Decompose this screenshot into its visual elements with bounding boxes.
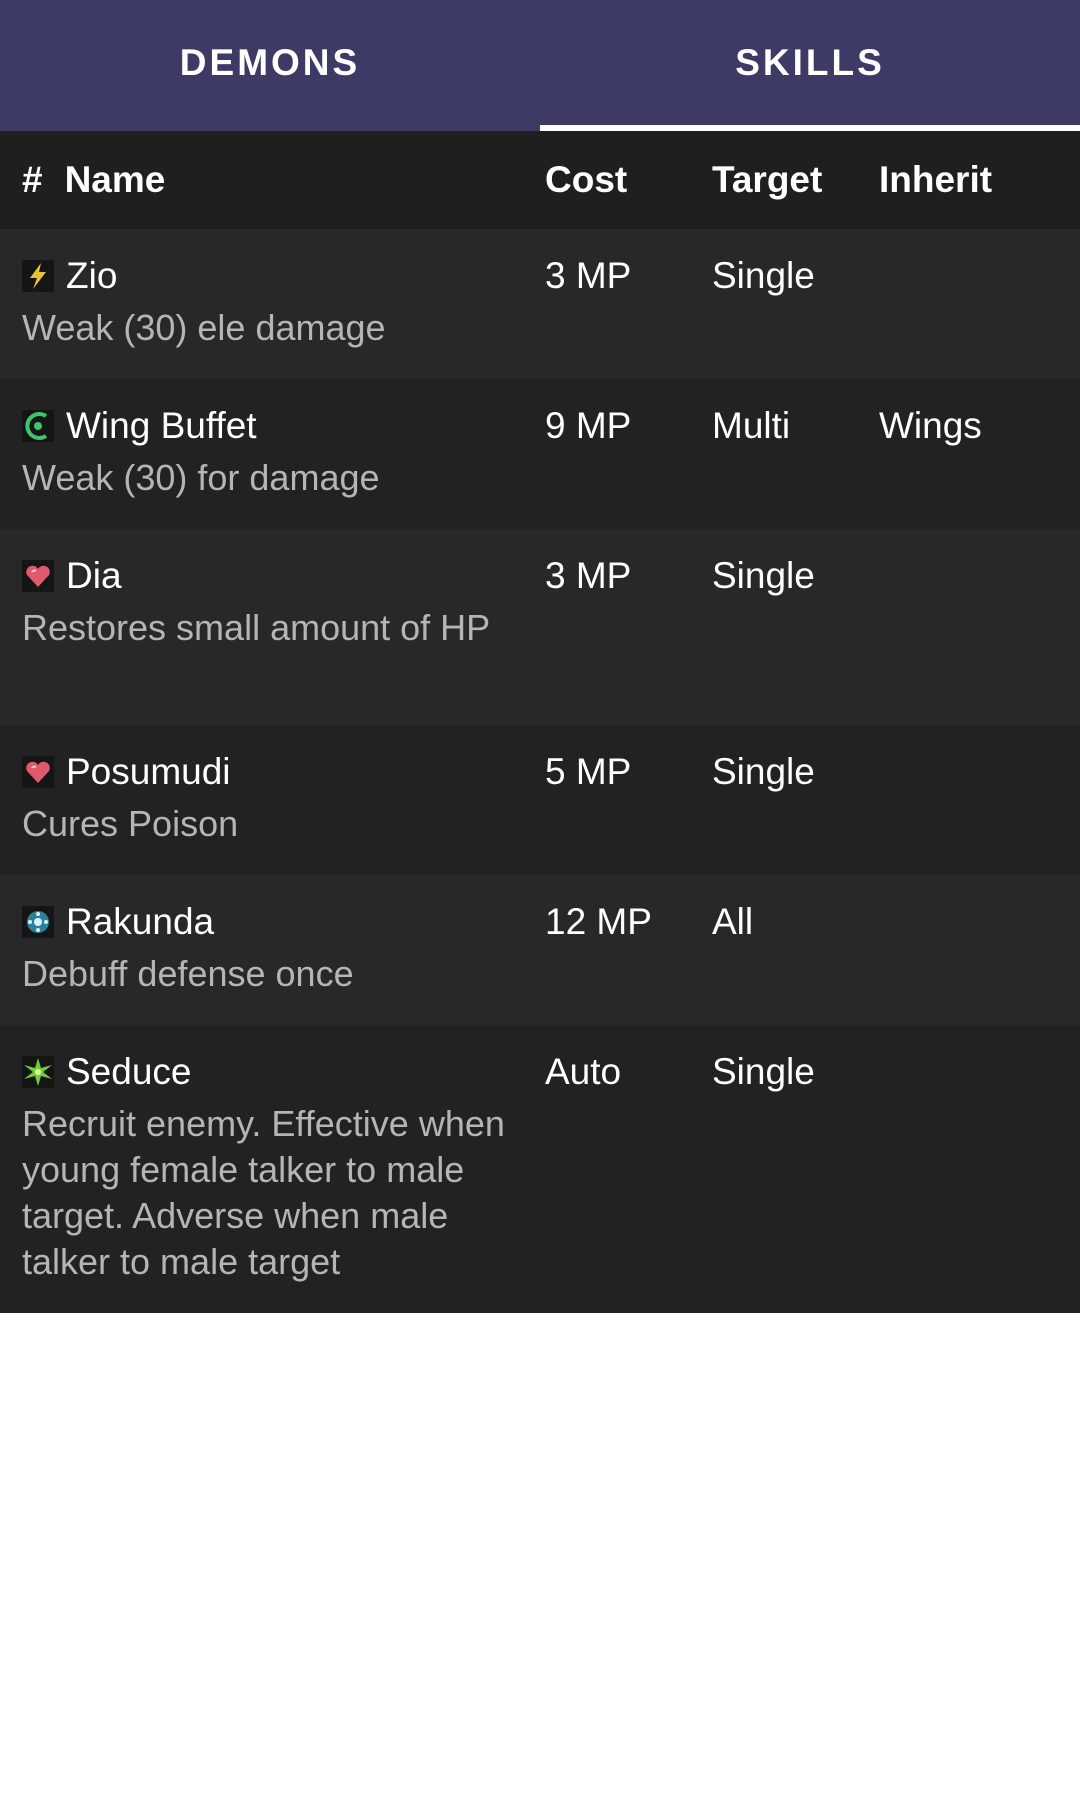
skill-target: All	[712, 901, 754, 942]
tab-skills[interactable]: SKILLS	[540, 0, 1080, 131]
header-target[interactable]: Target	[712, 159, 879, 201]
skill-cost: 5 MP	[545, 751, 632, 792]
skill-description: Debuff defense once	[22, 953, 354, 994]
table-row[interactable]: Posumudi Cures Poison 5 MP Single	[0, 725, 1080, 875]
table-row[interactable]: Zio Weak (30) ele damage 3 MP Single	[0, 229, 1080, 379]
heart-icon	[22, 560, 54, 592]
skill-target: Single	[712, 1051, 815, 1092]
skills-table: # Name Cost Target Inherit Zio Weak (30)…	[0, 131, 1080, 1313]
skill-name: Wing Buffet	[66, 405, 257, 446]
tab-demons[interactable]: DEMONS	[0, 0, 540, 131]
skill-cost: 12 MP	[545, 901, 652, 942]
heart-icon	[22, 756, 54, 788]
skill-target: Single	[712, 555, 815, 596]
header-inherit[interactable]: Inherit	[879, 159, 1080, 201]
table-row[interactable]: Dia Restores small amount of HP 3 MP Sin…	[0, 529, 1080, 725]
skill-cost: 3 MP	[545, 555, 632, 596]
skill-cost: 9 MP	[545, 405, 632, 446]
tab-bar: DEMONS SKILLS	[0, 0, 1080, 131]
skill-inherit	[879, 751, 1080, 875]
table-header: # Name Cost Target Inherit	[0, 131, 1080, 229]
charm-icon	[22, 1056, 54, 1088]
skill-inherit	[879, 255, 1080, 379]
skill-description: Recruit enemy. Effective when young fema…	[22, 1103, 505, 1282]
skill-target: Single	[712, 751, 815, 792]
header-cost[interactable]: Cost	[545, 159, 712, 201]
skill-description: Weak (30) for damage	[22, 457, 380, 498]
skill-inherit	[879, 901, 1080, 1025]
skill-target: Single	[712, 255, 815, 296]
skill-name: Zio	[66, 255, 118, 296]
skill-cost: 3 MP	[545, 255, 632, 296]
debuff-icon	[22, 906, 54, 938]
skill-name: Dia	[66, 555, 122, 596]
table-row[interactable]: Wing Buffet Weak (30) for damage 9 MP Mu…	[0, 379, 1080, 529]
skill-name: Posumudi	[66, 751, 231, 792]
skill-inherit: Wings	[879, 405, 982, 446]
wind-icon	[22, 410, 54, 442]
header-index[interactable]: #	[22, 159, 43, 201]
skill-description: Restores small amount of HP	[22, 607, 491, 648]
electric-icon	[22, 260, 54, 292]
skill-inherit	[879, 555, 1080, 725]
skill-target: Multi	[712, 405, 791, 446]
skill-inherit	[879, 1051, 1080, 1313]
skill-description: Cures Poison	[22, 803, 239, 844]
skill-name: Seduce	[66, 1051, 192, 1092]
skill-name: Rakunda	[66, 901, 215, 942]
table-row[interactable]: Rakunda Debuff defense once 12 MP All	[0, 875, 1080, 1025]
table-row[interactable]: Seduce Recruit enemy. Effective when you…	[0, 1025, 1080, 1313]
skill-cost: Auto	[545, 1051, 622, 1092]
header-name[interactable]: Name	[65, 159, 166, 201]
skill-description: Weak (30) ele damage	[22, 307, 386, 348]
